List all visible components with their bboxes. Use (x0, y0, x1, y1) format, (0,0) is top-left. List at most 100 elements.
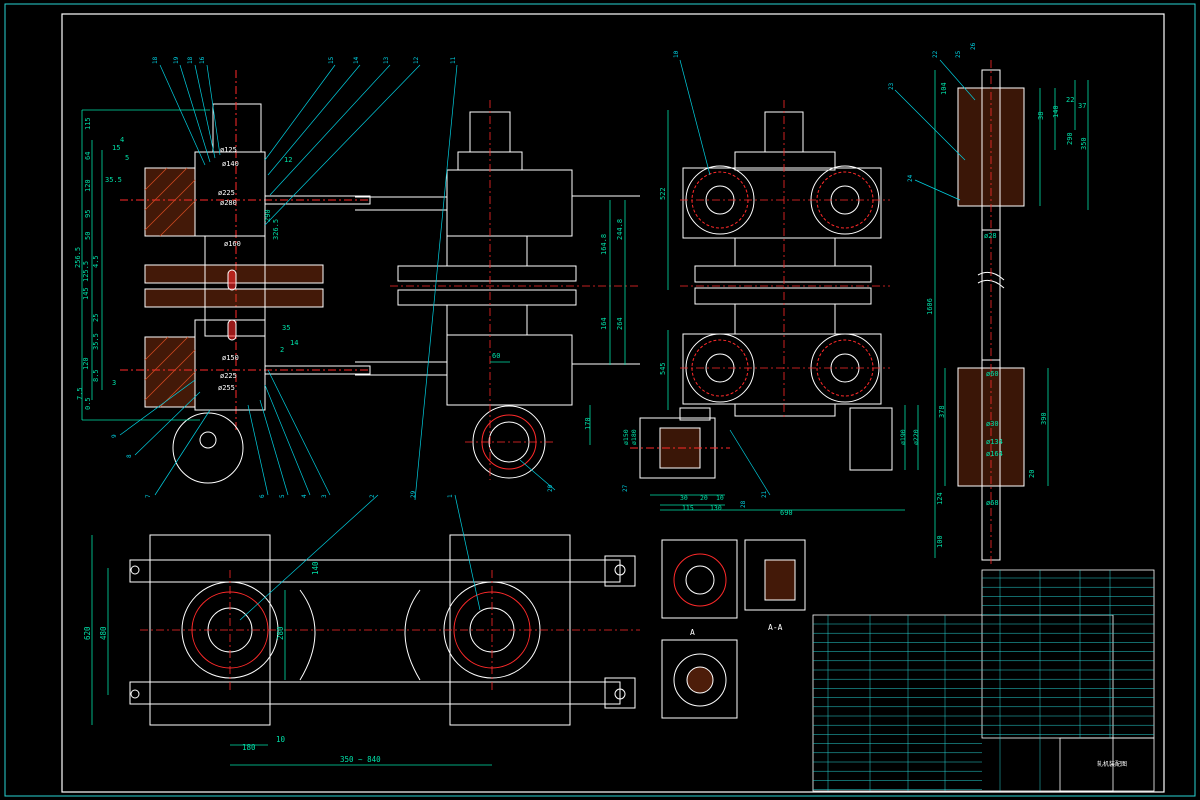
dim-label: 115 (682, 504, 694, 512)
dim-label: 522 (659, 187, 667, 200)
dim-label: 120 (84, 179, 92, 192)
dim-label: 104 (940, 82, 948, 95)
dim-label: 145 (82, 287, 90, 300)
dim-label: 140 (311, 561, 320, 575)
dim-label: 290 (1066, 132, 1074, 145)
dim-label: 280 (276, 626, 285, 640)
dim-label: ø150 (622, 429, 630, 445)
part-number-label: 20 (547, 484, 554, 492)
dim-label: 264 (616, 317, 624, 330)
dim-label: 244.8 (616, 219, 624, 240)
dim-label: 25 (92, 314, 100, 322)
dim-label: ø190 (899, 429, 907, 445)
dim-label: 95 (84, 210, 92, 218)
section-aa-inner (686, 666, 714, 694)
section-mark: A (690, 628, 695, 637)
dim-label: 125.5 (82, 261, 90, 282)
part-number-label: 16 (199, 56, 206, 64)
dim-label: 10 (276, 735, 286, 744)
dim-label: 164.8 (600, 234, 608, 255)
dim-label: 14 (290, 339, 298, 347)
cad-drawing-canvas: 1156415435.512095 290326.5504.5125.514525… (0, 0, 1200, 800)
drawing-title: 轧机装配图 (1097, 760, 1127, 768)
part-number-label: 19 (173, 56, 180, 64)
part-number-label: 10 (673, 50, 680, 58)
part-number-label: 28 (740, 500, 747, 508)
dim-label: 115 (84, 117, 92, 130)
part-number-label: 23 (888, 82, 895, 90)
dim-label: 326.5 (272, 219, 280, 240)
dim-label: 378 (938, 405, 946, 418)
diameter-label: ø225 (220, 372, 237, 380)
dim-label: 480 (99, 626, 108, 640)
part-number-label: 21 (761, 490, 768, 498)
section-b-hatch (764, 559, 796, 601)
dim-label: 1606 (926, 298, 934, 315)
dim-label: 12 (284, 156, 292, 164)
dim-label: ø180 (630, 429, 638, 445)
dim-label: 390 (1040, 412, 1048, 425)
diameter-label: ø150 (222, 354, 239, 362)
dim-label: 545 (659, 362, 667, 375)
dim-label: 130 (710, 504, 722, 512)
dim-label: 38 (1037, 112, 1045, 120)
dim-label: 256.5 (74, 247, 82, 268)
dim-label: 4.5 (92, 255, 100, 268)
dim-label: 64 (84, 152, 92, 160)
diameter-label: ø160 (224, 240, 241, 248)
part-number-label: 1 (447, 494, 454, 498)
dim-label: 8.5 (92, 369, 100, 382)
dim-label: 164 (600, 317, 608, 330)
dim-label: 5 (125, 154, 129, 162)
section-mark: A-A (768, 623, 783, 632)
part-number-label: 18 (187, 56, 194, 64)
part-number-label: 8 (126, 454, 133, 458)
dim-label: 10 (716, 494, 724, 502)
part-number-label: 3 (321, 494, 328, 498)
dim-label: 3 (112, 379, 116, 387)
part-number-label: 25 (955, 50, 962, 58)
part-number-label: 7 (145, 494, 152, 498)
dim-label: 124 (936, 492, 944, 505)
dim-label: ø68 (986, 499, 999, 507)
dim-label: 0.5 (84, 397, 92, 410)
dim-label: 35.5 (105, 176, 122, 184)
title-block-text: 轧机装配图 (1097, 760, 1127, 768)
dim-label: 140 (1052, 105, 1060, 118)
diameter-label: ø280 (220, 199, 237, 207)
lower-plate (144, 288, 324, 308)
dim-label: 15 (112, 144, 120, 152)
dim-label: 4 (120, 136, 124, 144)
dim-label: 170 (584, 417, 592, 430)
dim-label: 35.5 (92, 333, 100, 350)
diameter-label: ø140 (222, 160, 239, 168)
dim-label: 30 (680, 494, 688, 502)
dim-label: 60 (492, 352, 500, 360)
part-number-label: 4 (301, 494, 308, 498)
slot-2 (227, 319, 237, 341)
dim-label: 690 (780, 509, 793, 517)
part-number-label: 14 (353, 56, 360, 64)
dim-label: ø30 (986, 420, 999, 428)
part-number-label: 2 (369, 494, 376, 498)
dim-label: 350 (1080, 137, 1088, 150)
dim-label: 2 (280, 346, 284, 354)
dim-label: 120 (82, 357, 90, 370)
diameter-label: ø125 (220, 146, 237, 154)
part-number-label: 24 (907, 174, 914, 182)
dim-label: 180 (242, 743, 256, 752)
dim-label: ø220 (912, 429, 920, 445)
dim-label: ø164 (986, 450, 1003, 458)
part-number-label: 15 (328, 56, 335, 64)
diameter-label: ø255 (218, 384, 235, 392)
part-number-label: 27 (622, 484, 629, 492)
part-number-label: 13 (383, 56, 390, 64)
part-number-label: 12 (413, 56, 420, 64)
part-number-label: 18 (152, 56, 159, 64)
diameter-label: ø225 (218, 189, 235, 197)
part-number-label: 22 (932, 50, 939, 58)
slot-1 (227, 269, 237, 291)
part-number-label: 6 (259, 494, 266, 498)
dim-label: 7.5 (76, 387, 84, 400)
dim-label: 290 (264, 209, 272, 222)
